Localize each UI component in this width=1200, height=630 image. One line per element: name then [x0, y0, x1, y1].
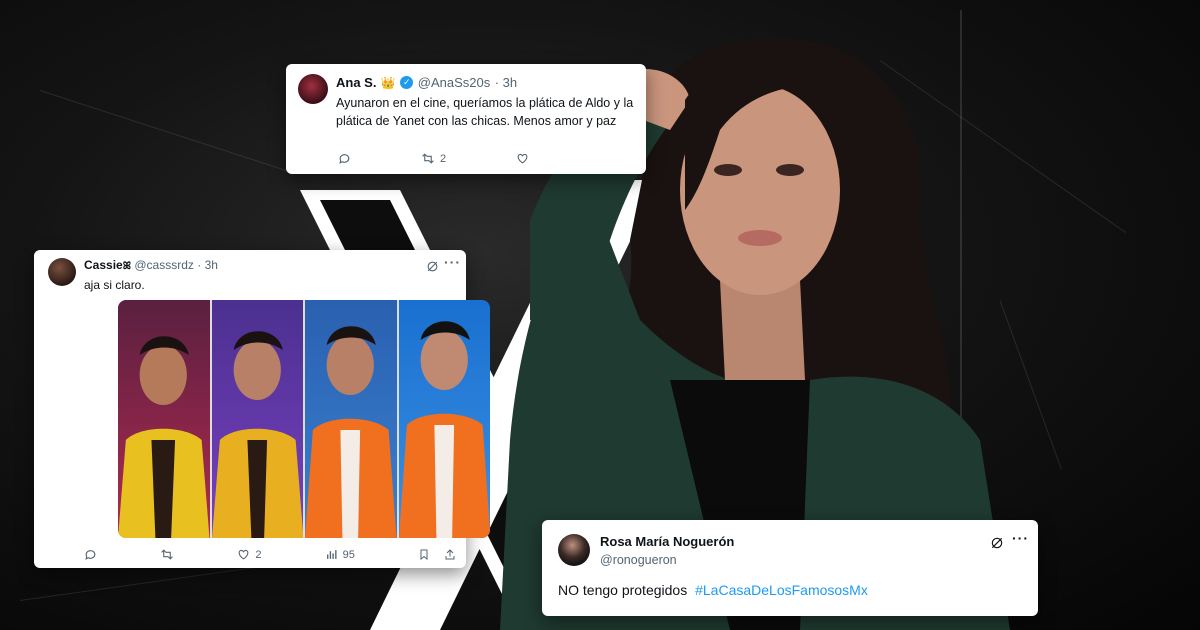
views-icon — [326, 550, 337, 559]
like-count: 2 — [255, 548, 262, 561]
avatar[interactable] — [298, 74, 328, 104]
like-icon — [517, 153, 528, 164]
tweet-time[interactable]: · 3h — [197, 258, 218, 272]
tweet-author-name[interactable]: Cassie — [84, 258, 123, 272]
retweet-icon — [161, 549, 173, 560]
tweet-media[interactable] — [118, 300, 490, 538]
reply-button[interactable] — [338, 152, 351, 165]
grok-icon[interactable] — [426, 260, 439, 273]
retweet-count: 2 — [440, 152, 447, 165]
like-icon — [238, 549, 249, 560]
reply-icon — [85, 550, 96, 560]
tweet-card-ana[interactable]: Ana S. 👑 ✓ @AnaSs20s · 3h Ayunaron en el… — [286, 64, 646, 174]
avatar[interactable] — [558, 534, 590, 566]
tweet-handle[interactable]: @ronogueron — [600, 553, 677, 567]
avatar[interactable] — [48, 258, 76, 286]
tweet-card-rosa[interactable]: Rosa María Noguerón @ronogueron ··· NO t… — [542, 520, 1038, 616]
tweet-text: Ayunaron en el cine, queríamos la plátic… — [336, 96, 634, 128]
tweet-text: aja si claro. — [84, 278, 145, 292]
verified-icon: ✓ — [400, 76, 414, 90]
media-panel — [398, 300, 490, 538]
name-decoration: ꕤ — [122, 261, 132, 272]
retweet-button[interactable] — [160, 548, 174, 561]
retweet-icon — [422, 153, 434, 164]
tweet-actions: 2 — [338, 152, 529, 165]
tweet-author-name[interactable]: Rosa María Noguerón — [600, 534, 734, 549]
like-button[interactable]: 2 — [237, 548, 261, 561]
tweet-handle[interactable]: @casssrdz — [134, 258, 194, 272]
bookmark-share-group — [418, 548, 456, 561]
more-icon[interactable]: ··· — [1012, 530, 1029, 546]
tweet-time[interactable]: · 3h — [495, 75, 517, 90]
grok-icon[interactable] — [990, 536, 1004, 550]
tweet-text: NO tengo protegidos — [558, 582, 688, 598]
share-icon[interactable] — [444, 548, 456, 561]
media-panel — [118, 300, 212, 538]
views-button[interactable]: 95 — [325, 548, 355, 561]
retweet-button[interactable]: 2 — [421, 152, 446, 165]
bookmark-icon[interactable] — [418, 548, 430, 561]
reply-button[interactable] — [84, 548, 97, 561]
views-count: 95 — [342, 548, 355, 561]
tweet-card-cassie[interactable]: Cassieꕤ @casssrdz · 3h ··· aja si claro.… — [34, 250, 490, 568]
media-panel — [211, 300, 305, 538]
more-icon[interactable]: ··· — [444, 254, 461, 270]
crown-emoji: 👑 — [380, 76, 396, 90]
reply-icon — [339, 154, 350, 164]
tweet-handle[interactable]: @AnaSs20s — [418, 75, 490, 90]
hashtag-link[interactable]: #LaCasaDeLosFamososMx — [695, 582, 868, 598]
media-panel — [305, 300, 399, 538]
tweet-author-name[interactable]: Ana S. — [336, 75, 376, 90]
tweet-actions: 2 95 — [84, 548, 456, 561]
like-button[interactable] — [516, 152, 529, 165]
